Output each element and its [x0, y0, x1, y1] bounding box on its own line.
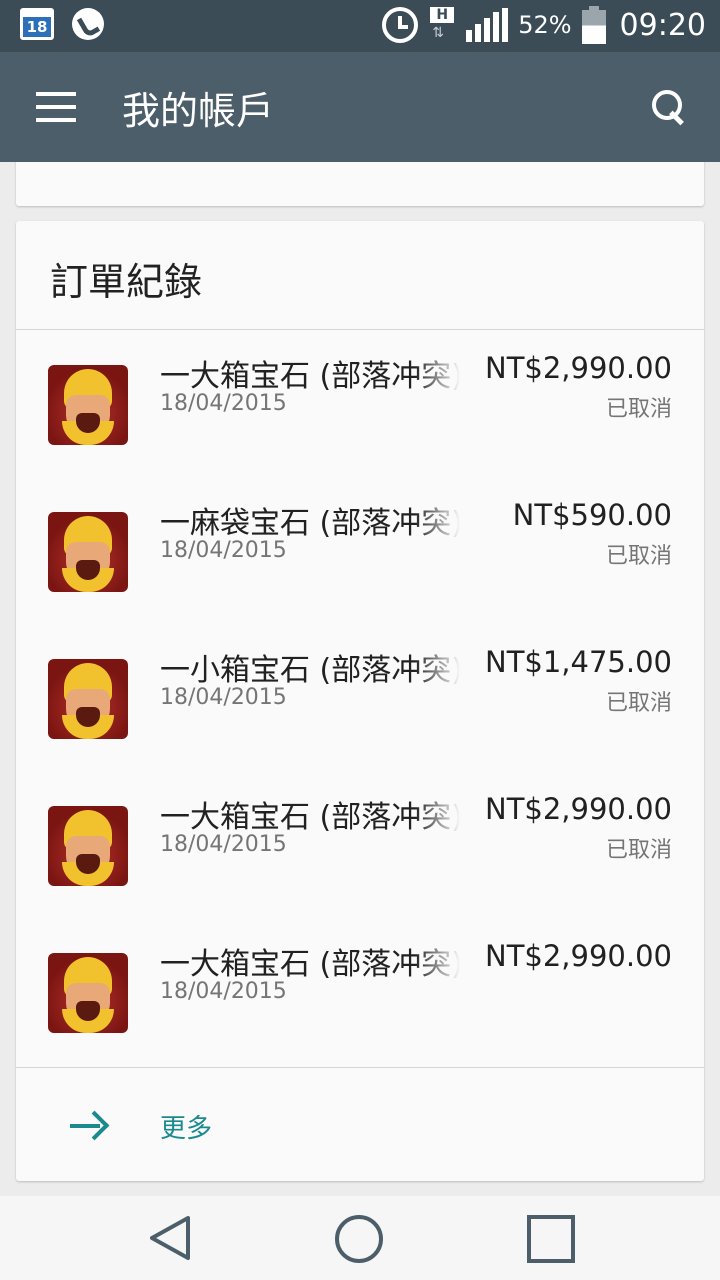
order-title: 一小箱宝石 (部落冲突) — [160, 653, 460, 688]
order-status: 已取消 — [605, 838, 672, 863]
order-item[interactable]: 一大箱宝石 (部落冲突) 18/04/2015 NT$2,990.00 已取消 — [16, 331, 704, 478]
order-item[interactable]: 一大箱宝石 (部落冲突) 18/04/2015 NT$2,990.00 — [16, 919, 704, 1066]
order-title: 一大箱宝石 (部落冲突) — [160, 947, 460, 982]
arrow-right-icon — [70, 1112, 106, 1140]
order-price: NT$590.00 — [512, 498, 672, 532]
page-title: 我的帳戶 — [122, 89, 275, 133]
order-date: 18/04/2015 — [160, 832, 287, 857]
order-status: 已取消 — [605, 544, 672, 569]
order-date: 18/04/2015 — [160, 979, 287, 1004]
clash-of-clans-app-icon — [48, 806, 128, 886]
navigation-bar — [0, 1196, 720, 1280]
calendar-icon: 18 — [20, 8, 54, 40]
clash-of-clans-app-icon — [48, 953, 128, 1033]
recent-apps-icon[interactable] — [526, 1214, 576, 1264]
more-label: 更多 — [160, 1114, 213, 1144]
home-icon[interactable] — [334, 1214, 384, 1264]
order-status: 已取消 — [605, 397, 672, 422]
order-price: NT$2,990.00 — [485, 792, 672, 826]
order-price: NT$2,990.00 — [485, 351, 672, 385]
alarm-icon — [382, 7, 419, 43]
network-icon: H ⇅ — [428, 7, 456, 43]
network-type: H — [430, 7, 455, 23]
order-title: 一大箱宝石 (部落冲突) — [160, 800, 460, 835]
order-title: 一麻袋宝石 (部落冲突) — [160, 506, 460, 541]
order-list: 一大箱宝石 (部落冲突) 18/04/2015 NT$2,990.00 已取消 … — [16, 331, 704, 1066]
clash-of-clans-app-icon — [48, 659, 128, 739]
signal-icon — [466, 8, 509, 42]
calendar-day: 18 — [26, 18, 48, 36]
app-toolbar: 我的帳戶 — [0, 52, 720, 162]
clash-of-clans-app-icon — [48, 365, 128, 445]
menu-icon[interactable] — [36, 92, 76, 122]
search-icon[interactable] — [650, 88, 690, 128]
more-button[interactable]: 更多 — [16, 1067, 704, 1181]
order-date: 18/04/2015 — [160, 538, 287, 563]
status-bar: 18 H ⇅ 52% 09:20 — [0, 0, 720, 52]
order-date: 18/04/2015 — [160, 685, 287, 710]
order-history-card: 訂單紀錄 一大箱宝石 (部落冲突) 18/04/2015 NT$2,990.00… — [16, 221, 704, 1181]
order-item[interactable]: 一麻袋宝石 (部落冲突) 18/04/2015 NT$590.00 已取消 — [16, 478, 704, 625]
order-price: NT$2,990.00 — [485, 939, 672, 973]
phone-icon — [72, 8, 104, 40]
order-price: NT$1,475.00 — [485, 645, 672, 679]
clash-of-clans-app-icon — [48, 512, 128, 592]
order-history-title: 訂單紀錄 — [16, 221, 704, 330]
order-date: 18/04/2015 — [160, 391, 287, 416]
data-arrows-icon: ⇅ — [432, 25, 444, 41]
order-title: 一大箱宝石 (部落冲突) — [160, 359, 460, 394]
battery-icon — [581, 6, 606, 44]
clock: 09:20 — [619, 7, 706, 43]
order-item[interactable]: 一小箱宝石 (部落冲突) 18/04/2015 NT$1,475.00 已取消 — [16, 625, 704, 772]
order-status: 已取消 — [605, 691, 672, 716]
back-icon[interactable] — [148, 1214, 192, 1262]
order-item[interactable]: 一大箱宝石 (部落冲突) 18/04/2015 NT$2,990.00 已取消 — [16, 772, 704, 919]
battery-percent: 52% — [518, 11, 572, 39]
